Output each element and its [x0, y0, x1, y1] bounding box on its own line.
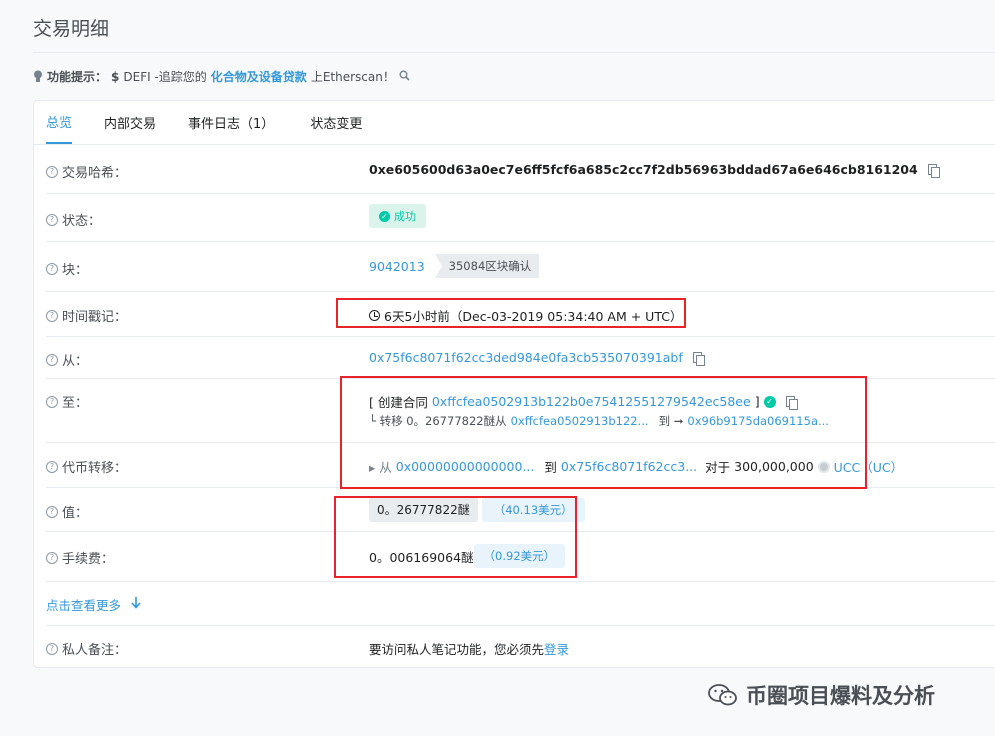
tab-state-changes[interactable]: 状态变更: [310, 101, 362, 144]
copy-icon[interactable]: [692, 351, 705, 366]
clock-icon: [369, 310, 380, 321]
feature-tip: 功能提示： $ DEFI -追踪您的 化合物及设备贷款 上Etherscan！: [33, 68, 410, 85]
from-address-link[interactable]: 0x75f6c8071f62cc3ded984e0fa3cb535070391a…: [369, 350, 683, 365]
row-to: ? 至： [ 创建合同 0xffcfea0502913b122b0e75412551…: [46, 378, 995, 442]
lightbulb-icon: [33, 70, 43, 83]
value-eth: 0。26777822醚: [369, 497, 478, 522]
copy-icon[interactable]: [785, 395, 798, 410]
help-icon[interactable]: ?: [46, 262, 58, 275]
value-usd: （40.13美元）: [481, 497, 585, 522]
tx-hash-label: 交易哈希：: [62, 166, 128, 181]
token-from-link[interactable]: 0x00000000000000...: [396, 459, 535, 474]
contract-address-link[interactable]: 0xffcfea0502913b122b0e75412551279542ec58…: [432, 394, 751, 409]
from-label: 从：: [62, 354, 89, 369]
row-timestamp: ? 时间戳记： 6天5小时前（Dec-03-2019 05:34:40 AM + …: [46, 291, 995, 336]
page-title: 交易明细: [33, 18, 110, 40]
transfer-prefix: └ 转移 0。26777822醚从: [369, 414, 507, 428]
help-icon[interactable]: ?: [46, 165, 58, 178]
help-icon[interactable]: ?: [46, 213, 58, 226]
transfer-from-link[interactable]: 0xffcfea0502913b122...: [511, 414, 649, 428]
timestamp-value: 6天5小时前（Dec-03-2019 05:34:40 AM + UTC）: [384, 309, 683, 324]
token-to-label: 到: [544, 460, 557, 475]
row-token-transfer: ? 代币转移： ▸ 从 0x00000000000000... 到 0x75f6c8…: [46, 442, 995, 487]
fee-eth: 0。006169064醚: [369, 549, 474, 565]
token-amount: 300,000,000: [734, 459, 814, 474]
title-divider: [33, 52, 995, 53]
row-status: ? 状态： ✓ 成功: [46, 193, 995, 241]
show-more-link[interactable]: 点击查看更多: [46, 595, 141, 614]
row-tx-hash: ? 交易哈希： 0xe605600d63a0ec7e6ff5fcf6a685c2c…: [46, 145, 995, 193]
arrow-down-icon: [131, 597, 141, 612]
row-fee: ? 手续费： 0。006169064醚 （0.92美元）: [46, 531, 995, 581]
tip-text: DEFI -追踪您的: [123, 70, 207, 84]
tip-highlight-link[interactable]: 化合物及设备贷款: [211, 68, 307, 85]
row-more: [46, 581, 995, 625]
tip-prefix: 功能提示：: [47, 70, 108, 84]
help-icon[interactable]: ?: [46, 460, 58, 473]
tab-event-logs[interactable]: 事件日志（1）: [188, 101, 274, 144]
watermark-text: 币圈项目爆料及分析: [746, 684, 935, 708]
tip-text-2: 上Etherscan！: [310, 70, 395, 84]
row-value: ? 值： 0。26777822醚 （40.13美元）: [46, 487, 995, 531]
transaction-card: 总览 内部交易 事件日志（1） 状态变更 ? 交易哈希： 0xe605600d63…: [33, 100, 995, 668]
token-transfer-label: 代币转移：: [62, 461, 128, 476]
copy-icon[interactable]: [927, 163, 940, 178]
create-contract-text: [ 创建合同: [369, 395, 428, 410]
tab-internal-txns[interactable]: 内部交易: [104, 101, 156, 144]
search-icon[interactable]: [399, 70, 410, 84]
fee-label: 手续费：: [62, 552, 115, 567]
block-number-link[interactable]: 9042013: [369, 259, 425, 274]
token-from-prefix: ▸ 从: [369, 460, 392, 475]
help-icon[interactable]: ?: [46, 505, 58, 518]
token-to-link[interactable]: 0x75f6c8071f62cc3...: [561, 459, 697, 474]
tab-overview[interactable]: 总览: [46, 101, 73, 144]
status-badge: ✓ 成功: [369, 204, 426, 228]
to-label: 至：: [62, 396, 89, 411]
timestamp-label: 时间戳记：: [62, 310, 128, 325]
value-label: 值：: [62, 506, 89, 521]
login-link[interactable]: 登录: [544, 639, 569, 658]
verified-check-icon: ✓: [763, 395, 776, 408]
bracket-close: ]: [754, 394, 760, 409]
row-private-note: ? 私人备注： 要访问私人笔记功能，您必须先 登录: [46, 625, 995, 669]
status-value: 成功: [394, 210, 416, 223]
token-name-link[interactable]: UCC（UC）: [834, 457, 903, 476]
private-note-text: 要访问私人笔记功能，您必须先: [369, 642, 545, 657]
help-icon[interactable]: ?: [46, 353, 58, 366]
tx-hash-value: 0xe605600d63a0ec7e6ff5fcf6a685c2cc7f2db5…: [369, 162, 918, 177]
dollar-icon: $: [111, 69, 120, 84]
help-icon[interactable]: ?: [46, 309, 58, 322]
private-note-label: 私人备注：: [62, 643, 128, 658]
help-icon[interactable]: ?: [46, 395, 58, 408]
transfer-to-label: 到 ➞: [658, 414, 684, 428]
wechat-icon: [708, 683, 738, 707]
row-block: ? 块： 9042013 35084区块确认: [46, 241, 995, 291]
help-icon[interactable]: ?: [46, 551, 58, 564]
check-circle-icon: ✓: [379, 210, 390, 222]
token-coin-icon: [817, 460, 830, 473]
block-label: 块：: [62, 263, 89, 278]
status-label: 状态：: [62, 214, 102, 229]
fee-usd: （0.92美元）: [473, 544, 566, 568]
token-for-label: 对于: [705, 460, 731, 475]
show-more-label: 点击查看更多: [46, 598, 122, 613]
tab-bar: 总览 内部交易 事件日志（1） 状态变更: [34, 101, 995, 145]
watermark: 币圈项目爆料及分析: [708, 680, 935, 710]
row-from: ? 从： 0x75f6c8071f62cc3ded984e0fa3cb535070…: [46, 336, 995, 378]
confirmations-badge: 35084区块确认: [434, 254, 540, 278]
transfer-to-link[interactable]: 0x96b9175da069115a...: [687, 414, 829, 428]
help-icon[interactable]: ?: [46, 642, 58, 655]
